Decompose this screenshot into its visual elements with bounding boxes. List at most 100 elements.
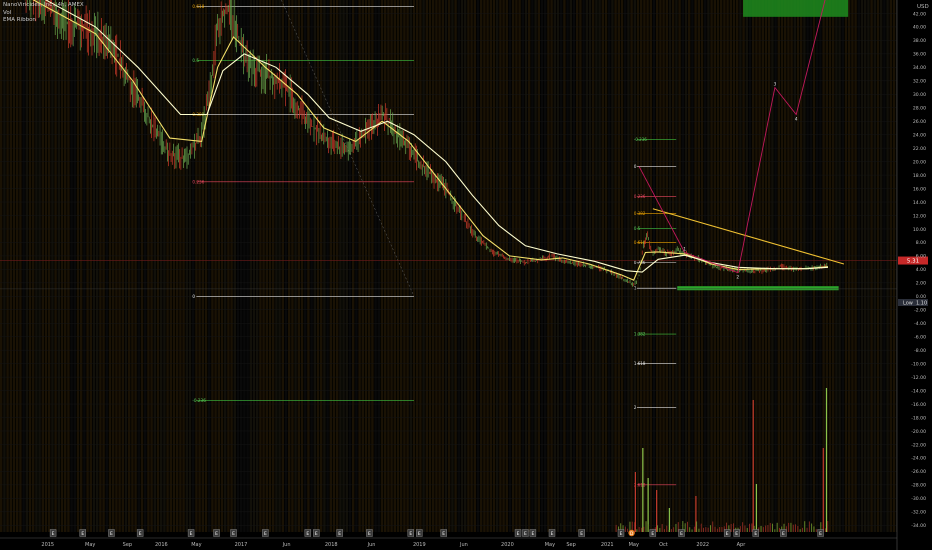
volume-bar: [693, 526, 695, 532]
session-stripe: [70, 0, 73, 532]
fib-level-label: 0.236: [192, 179, 204, 184]
session-stripe: [92, 0, 96, 532]
session-stripe: [352, 0, 355, 532]
session-stripe: [323, 0, 326, 532]
session-stripe: [99, 0, 102, 532]
session-stripe: [390, 0, 393, 532]
event-marker-label: E: [620, 531, 623, 537]
volume-bar: [640, 527, 642, 532]
session-stripe: [25, 0, 28, 532]
volume-bar: [675, 523, 677, 532]
session-stripe: [870, 0, 873, 532]
session-stripe: [883, 0, 886, 532]
session-stripe: [137, 0, 140, 532]
session-stripe: [73, 0, 76, 532]
session-stripe: [38, 0, 41, 532]
session-stripe: [230, 0, 233, 532]
wave-point-label: 2: [736, 275, 739, 281]
x-tick-label: 2016: [155, 542, 168, 548]
y-tick-label: -24.00: [911, 456, 926, 462]
session-stripe: [297, 0, 300, 532]
session-stripe: [393, 0, 396, 532]
session-stripe: [22, 0, 25, 532]
volume-bar: [627, 528, 629, 532]
session-stripe: [742, 0, 745, 532]
event-marker-label: E: [551, 531, 554, 537]
session-stripe: [185, 0, 188, 532]
session-stripe: [384, 0, 387, 532]
volume-bar: [696, 521, 698, 532]
session-stripe: [300, 0, 304, 532]
session-stripe: [704, 0, 707, 532]
volume-bar: [647, 478, 649, 532]
y-tick-label: -6.00: [914, 335, 926, 341]
session-stripe: [556, 0, 560, 532]
event-marker-label: E: [409, 531, 412, 537]
volume-indicator-label[interactable]: Vol: [3, 10, 84, 18]
session-stripe: [515, 0, 518, 532]
session-stripe: [195, 0, 198, 532]
volume-bar: [707, 527, 709, 532]
session-stripe: [160, 0, 163, 532]
y-tick-label: -20.00: [911, 429, 926, 435]
session-stripe: [32, 0, 35, 532]
y-tick-label: 12.00: [913, 213, 926, 219]
session-stripe: [697, 0, 700, 532]
volume-bar: [762, 527, 764, 532]
session-stripe: [800, 0, 803, 532]
x-tick-label: Apr: [737, 542, 747, 548]
session-stripe: [259, 0, 262, 532]
session-stripe: [492, 0, 496, 532]
session-stripe: [67, 0, 70, 532]
svg-text:1.10: 1.10: [916, 301, 927, 307]
volume-bar: [824, 528, 826, 532]
session-stripe: [796, 0, 800, 532]
session-stripe: [252, 0, 256, 532]
y-tick-label: -30.00: [911, 496, 926, 502]
y-tick-label: 30.00: [913, 92, 926, 98]
event-marker-label: E: [215, 531, 218, 537]
volume-bar: [806, 527, 808, 532]
session-stripe: [486, 0, 489, 532]
symbol-title[interactable]: NanoViricides, Inc., 4h, AMEX: [3, 2, 84, 10]
session-stripe: [400, 0, 403, 532]
session-stripe: [89, 0, 92, 532]
session-stripe: [633, 0, 636, 532]
session-stripe: [329, 0, 332, 532]
session-stripe: [553, 0, 556, 532]
session-stripe: [422, 0, 425, 532]
session-stripe: [150, 0, 153, 532]
session-stripe: [310, 0, 313, 532]
session-stripe: [656, 0, 659, 532]
event-marker-label: E: [782, 531, 785, 537]
session-stripe: [236, 0, 240, 532]
event-marker-label: E: [232, 531, 235, 537]
session-stripe: [28, 0, 32, 532]
volume-bar: [772, 523, 773, 532]
volume-bar: [746, 527, 748, 532]
session-stripe: [736, 0, 739, 532]
session-stripe: [886, 0, 889, 532]
session-stripe: [76, 0, 80, 532]
volume-bar: [714, 526, 716, 532]
volume-bar: [804, 521, 806, 532]
session-stripe: [294, 0, 297, 532]
event-marker-label: E: [306, 531, 309, 537]
session-stripe: [102, 0, 105, 532]
session-stripe: [108, 0, 112, 532]
session-stripe: [518, 0, 521, 532]
x-tick-label: Sep: [123, 542, 132, 548]
volume-bar: [642, 448, 644, 532]
session-stripe: [121, 0, 124, 532]
session-stripe: [764, 0, 768, 532]
price-chart[interactable]: 0.6180.50.3820.2360-0.236-0.23600.2360.3…: [0, 0, 932, 550]
ema-ribbon-indicator-label[interactable]: EMA Ribbon: [3, 17, 84, 25]
session-stripe: [688, 0, 691, 532]
event-marker-label: E: [368, 531, 371, 537]
volume-bar: [624, 526, 626, 532]
y-tick-label: 16.00: [913, 186, 926, 192]
y-tick-label: -18.00: [911, 415, 926, 421]
wave-point-label: 1: [683, 247, 686, 253]
x-tick-label: 2021: [601, 542, 614, 548]
session-stripe: [358, 0, 361, 532]
